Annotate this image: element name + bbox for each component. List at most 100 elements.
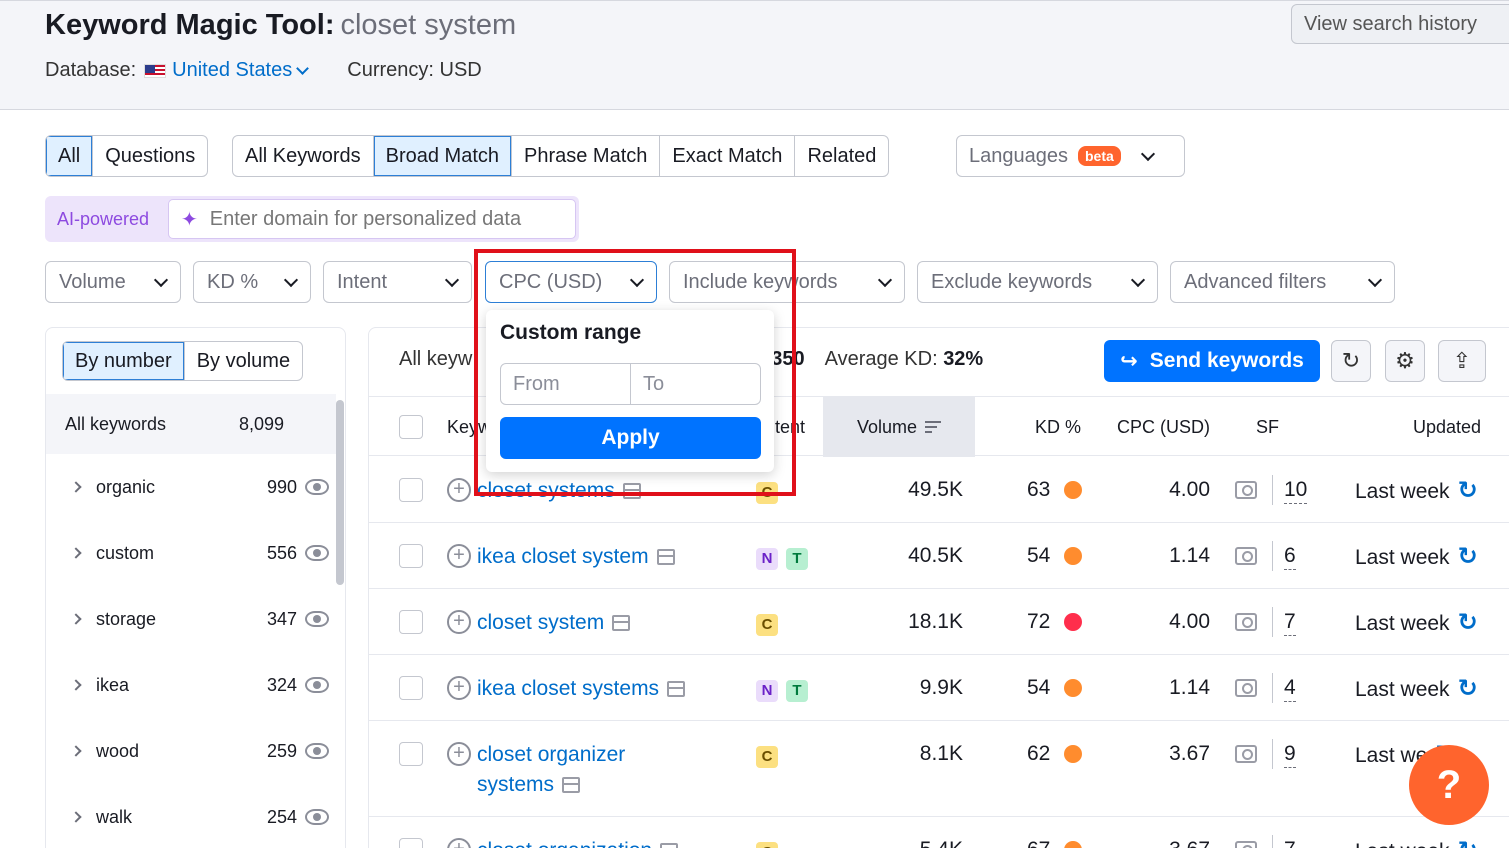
serp-preview-icon[interactable]: [562, 777, 581, 794]
kd-filter[interactable]: KD %: [193, 261, 311, 303]
keyword-link[interactable]: closet system: [477, 611, 604, 634]
tab-all[interactable]: All: [46, 136, 94, 176]
keyword-link[interactable]: ikea closet systems: [477, 677, 659, 700]
cpc-filter[interactable]: CPC (USD): [485, 261, 657, 303]
serp-features-icon[interactable]: [1235, 841, 1257, 848]
chevron-right-icon[interactable]: [70, 613, 82, 625]
view-search-history-button[interactable]: View search history: [1291, 4, 1509, 44]
refresh-icon[interactable]: ↻: [1458, 609, 1478, 636]
row-checkbox[interactable]: [399, 544, 423, 568]
chevron-right-icon[interactable]: [70, 811, 82, 823]
refresh-button[interactable]: ↻: [1331, 340, 1371, 382]
group-item[interactable]: wood 259: [46, 718, 336, 784]
serp-preview-icon[interactable]: [622, 483, 641, 500]
group-item[interactable]: storage 347: [46, 586, 336, 652]
keyword-link[interactable]: closet systems: [477, 479, 615, 502]
tab-exact-match[interactable]: Exact Match: [660, 136, 796, 176]
add-to-list-icon[interactable]: +: [447, 742, 471, 766]
add-to-list-icon[interactable]: +: [447, 838, 471, 848]
serp-features-icon[interactable]: [1235, 679, 1257, 697]
chevron-right-icon[interactable]: [70, 745, 82, 757]
eye-icon[interactable]: [305, 611, 329, 627]
tab-phrase-match[interactable]: Phrase Match: [512, 136, 661, 176]
keyword-link-line2[interactable]: systems: [477, 773, 554, 796]
serp-preview-icon[interactable]: [667, 681, 686, 698]
export-button[interactable]: ⇪: [1438, 340, 1486, 382]
add-to-list-icon[interactable]: +: [447, 610, 471, 634]
header-updated[interactable]: Updated: [1413, 397, 1481, 457]
domain-input[interactable]: ✦ Enter domain for personalized data: [168, 199, 576, 239]
header-volume[interactable]: Volume: [823, 397, 975, 457]
sf-count[interactable]: 10: [1284, 478, 1308, 504]
refresh-icon[interactable]: ↻: [1458, 675, 1478, 702]
database-selector[interactable]: United States: [144, 59, 310, 82]
sf-count[interactable]: 7: [1284, 838, 1296, 848]
header-sf[interactable]: SF: [1256, 397, 1279, 457]
eye-icon[interactable]: [305, 743, 329, 759]
chevron-right-icon[interactable]: [70, 547, 82, 559]
eye-icon[interactable]: [305, 809, 329, 825]
chevron-right-icon[interactable]: [70, 481, 82, 493]
send-keywords-button[interactable]: ↪ Send keywords: [1104, 340, 1320, 382]
add-to-list-icon[interactable]: +: [447, 478, 471, 502]
keyword-cell: closet organization: [477, 836, 679, 848]
apply-button[interactable]: Apply: [500, 417, 761, 459]
advanced-filters[interactable]: Advanced filters: [1170, 261, 1395, 303]
sf-count[interactable]: 4: [1284, 676, 1296, 702]
header-cpc[interactable]: CPC (USD): [1117, 397, 1210, 457]
chevron-right-icon[interactable]: [70, 679, 82, 691]
row-checkbox[interactable]: [399, 676, 423, 700]
header-intent[interactable]: tent: [775, 397, 805, 457]
select-all-checkbox[interactable]: [399, 415, 423, 439]
add-to-list-icon[interactable]: +: [447, 676, 471, 700]
group-item[interactable]: walk 254: [46, 784, 336, 848]
serp-features-icon[interactable]: [1235, 547, 1257, 565]
exclude-keywords-filter[interactable]: Exclude keywords: [917, 261, 1158, 303]
serp-preview-icon[interactable]: [656, 549, 675, 566]
updated-cell: Last week↻: [1355, 543, 1478, 570]
sf-count[interactable]: 9: [1284, 742, 1296, 768]
all-keywords-group[interactable]: All keywords 8,099: [46, 394, 336, 454]
tab-related[interactable]: Related: [795, 136, 888, 176]
by-volume-tab[interactable]: By volume: [185, 342, 302, 380]
eye-icon[interactable]: [305, 479, 329, 495]
languages-dropdown[interactable]: Languages beta: [956, 135, 1185, 177]
row-checkbox[interactable]: [399, 610, 423, 634]
serp-preview-icon[interactable]: [612, 615, 631, 632]
row-checkbox[interactable]: [399, 838, 423, 848]
tab-questions[interactable]: Questions: [93, 136, 207, 176]
settings-button[interactable]: ⚙: [1385, 340, 1425, 382]
row-checkbox[interactable]: [399, 742, 423, 766]
refresh-icon[interactable]: ↻: [1458, 543, 1478, 570]
refresh-icon[interactable]: ↻: [1458, 477, 1478, 504]
refresh-icon[interactable]: ↻: [1458, 837, 1478, 848]
row-checkbox[interactable]: [399, 478, 423, 502]
serp-features-icon[interactable]: [1235, 745, 1257, 763]
group-item[interactable]: custom 556: [46, 520, 336, 586]
keyword-link[interactable]: closet organizer: [477, 743, 625, 766]
sf-count[interactable]: 7: [1284, 610, 1296, 636]
include-keywords-filter[interactable]: Include keywords: [669, 261, 905, 303]
keyword-link[interactable]: ikea closet system: [477, 545, 649, 568]
header-keyword[interactable]: Keyw: [447, 397, 491, 457]
group-item[interactable]: ikea 324: [46, 652, 336, 718]
cpc-from-input[interactable]: From: [501, 364, 631, 404]
keyword-link[interactable]: closet organization: [477, 839, 652, 848]
add-to-list-icon[interactable]: +: [447, 544, 471, 568]
cpc-to-input[interactable]: To: [631, 364, 760, 404]
tab-broad-match[interactable]: Broad Match: [373, 136, 512, 176]
intent-filter[interactable]: Intent: [323, 261, 472, 303]
tab-all-keywords[interactable]: All Keywords: [233, 136, 374, 176]
by-number-tab[interactable]: By number: [63, 342, 185, 380]
serp-preview-icon[interactable]: [660, 843, 679, 848]
sf-count[interactable]: 6: [1284, 544, 1296, 570]
eye-icon[interactable]: [305, 677, 329, 693]
sidebar-scrollbar[interactable]: [336, 400, 344, 585]
group-item[interactable]: organic 990: [46, 454, 336, 520]
eye-icon[interactable]: [305, 545, 329, 561]
header-kd[interactable]: KD %: [1035, 397, 1081, 457]
help-button[interactable]: ?: [1409, 745, 1489, 825]
serp-features-icon[interactable]: [1235, 613, 1257, 631]
volume-filter[interactable]: Volume: [45, 261, 181, 303]
serp-features-icon[interactable]: [1235, 481, 1257, 499]
